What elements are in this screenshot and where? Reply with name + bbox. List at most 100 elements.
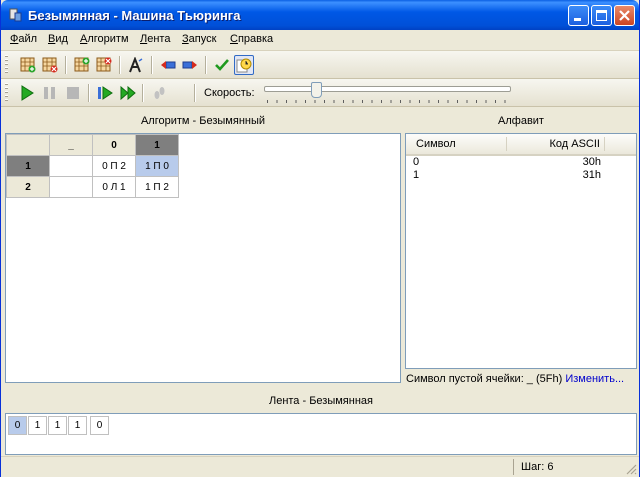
transition-cell[interactable] (49, 155, 93, 177)
list-item[interactable]: 1 31h (406, 169, 636, 182)
toolbar-separator (65, 56, 67, 74)
table-row: 2 0 Л 1 1 П 2 (6, 176, 179, 198)
state-header-selected[interactable]: 1 (6, 155, 50, 177)
step-button[interactable] (95, 83, 115, 103)
alphabet-header: Алфавит (405, 110, 637, 132)
pause-button[interactable] (40, 83, 60, 103)
toolbar-separator (151, 56, 153, 74)
tape-cell[interactable]: 1 (68, 416, 87, 435)
status-bar: Шаг: 6 (1, 456, 639, 477)
move-left-button[interactable] (158, 55, 178, 75)
maximize-icon (596, 10, 607, 21)
alphabet-symbol: 0 (413, 156, 420, 168)
toolbar-separator (142, 84, 144, 102)
resize-grip-icon[interactable] (625, 463, 637, 475)
add-row-icon (20, 57, 36, 73)
edit-toolbar (1, 51, 639, 79)
checkmark-icon (215, 59, 229, 71)
toolbar-grip[interactable] (5, 55, 8, 74)
menu-run[interactable]: Запуск (182, 33, 216, 45)
start-button[interactable] (17, 83, 37, 103)
toolbar-separator (88, 84, 90, 102)
history-button[interactable] (234, 55, 254, 75)
stop-button[interactable] (63, 83, 83, 103)
minimize-button[interactable] (568, 5, 589, 26)
transition-cell[interactable]: 0 П 2 (92, 155, 136, 177)
empty-cell-info: Символ пустой ячейки: _ (5Fh) Изменить..… (406, 373, 624, 385)
add-column-icon (74, 57, 90, 72)
alphabet-code: 31h (582, 169, 601, 181)
move-left-icon (161, 61, 176, 69)
change-empty-symbol-link[interactable]: Изменить... (565, 373, 624, 385)
maximize-button[interactable] (591, 5, 612, 26)
alphabet-button[interactable] (126, 55, 146, 75)
tape-header: Лента - Безымянная (5, 390, 637, 412)
state-header[interactable]: 2 (6, 176, 50, 198)
algorithm-table: _ 0 1 1 0 П 2 1 П 0 2 0 Л 1 1 П 2 (6, 134, 179, 198)
menu-bar: Файл Вид Алгоритм Лента Запуск Справка (1, 30, 639, 51)
speed-label: Скорость: (204, 87, 255, 99)
fast-forward-button[interactable] (118, 83, 138, 103)
clock-icon (236, 58, 252, 73)
toolbar-separator (194, 84, 196, 102)
turing-app-icon (9, 8, 22, 22)
delete-row-icon (42, 57, 58, 73)
transition-cell[interactable] (49, 176, 93, 198)
step-counter: Шаг: 6 (521, 461, 554, 473)
delete-column-button[interactable] (94, 55, 114, 75)
alphabet-symbol: 1 (413, 169, 420, 181)
transition-cell[interactable]: 0 Л 1 (92, 176, 136, 198)
menu-tape[interactable]: Лента (140, 33, 170, 45)
toolbar-separator (205, 56, 207, 74)
title-bar[interactable]: Безымянная - Машина Тьюринга (1, 0, 639, 30)
column-header-symbol[interactable]: Символ (416, 138, 456, 150)
alphabet-list-header: Символ Код ASCII (406, 134, 636, 156)
table-row: 1 0 П 2 1 П 0 (6, 155, 179, 177)
speed-slider-ticks (267, 100, 507, 103)
alphabet-code: 30h (582, 156, 601, 168)
tape-cell-active[interactable]: 0 (8, 416, 27, 435)
column-header[interactable]: _ (49, 134, 93, 156)
toolbar-grip[interactable] (5, 83, 8, 102)
tape-cell[interactable]: 0 (90, 416, 109, 435)
menu-file[interactable]: Файл (10, 33, 37, 45)
column-header-ascii[interactable]: Код ASCII (550, 138, 601, 150)
breakpoint-button[interactable] (149, 83, 169, 103)
speed-slider-track[interactable] (264, 86, 511, 92)
menu-algorithm[interactable]: Алгоритм (80, 33, 129, 45)
add-row-button[interactable] (18, 55, 38, 75)
move-right-icon (182, 61, 197, 69)
window-title: Безымянная - Машина Тьюринга (28, 8, 241, 23)
menu-help[interactable]: Справка (230, 33, 273, 45)
move-right-button[interactable] (180, 55, 200, 75)
close-button[interactable] (614, 5, 635, 26)
transition-cell[interactable]: 1 П 2 (135, 176, 179, 198)
check-button[interactable] (212, 55, 232, 75)
speed-slider-thumb[interactable] (311, 82, 322, 98)
algorithm-grid[interactable]: _ 0 1 1 0 П 2 1 П 0 2 0 Л 1 1 П 2 (5, 133, 401, 383)
status-divider (513, 459, 514, 475)
stop-icon (67, 87, 79, 99)
column-header-selected[interactable]: 1 (135, 134, 179, 156)
main-window: Безымянная - Машина Тьюринга Файл Вид Ал… (0, 0, 640, 477)
tape-area[interactable]: 0 1 1 1 0 (5, 413, 637, 455)
toolbar-separator (119, 56, 121, 74)
menu-view[interactable]: Вид (48, 33, 68, 45)
column-header[interactable]: 0 (92, 134, 136, 156)
play-icon (21, 85, 34, 101)
minimize-icon (574, 18, 581, 21)
add-column-button[interactable] (72, 55, 92, 75)
font-a-icon (129, 57, 143, 73)
step-forward-icon (98, 86, 113, 100)
transition-cell-selected[interactable]: 1 П 0 (135, 155, 179, 177)
corner-cell (6, 134, 50, 156)
run-toolbar: Скорость: (1, 79, 639, 107)
fast-forward-icon (120, 85, 136, 101)
empty-cell-label: Символ пустой ячейки: _ (5Fh) (406, 373, 563, 385)
tape-cell[interactable]: 1 (28, 416, 47, 435)
pause-icon (44, 87, 55, 99)
alphabet-list[interactable]: Символ Код ASCII 0 30h 1 31h (405, 133, 637, 369)
list-item[interactable]: 0 30h (406, 156, 636, 169)
tape-cell[interactable]: 1 (48, 416, 67, 435)
delete-row-button[interactable] (40, 55, 60, 75)
